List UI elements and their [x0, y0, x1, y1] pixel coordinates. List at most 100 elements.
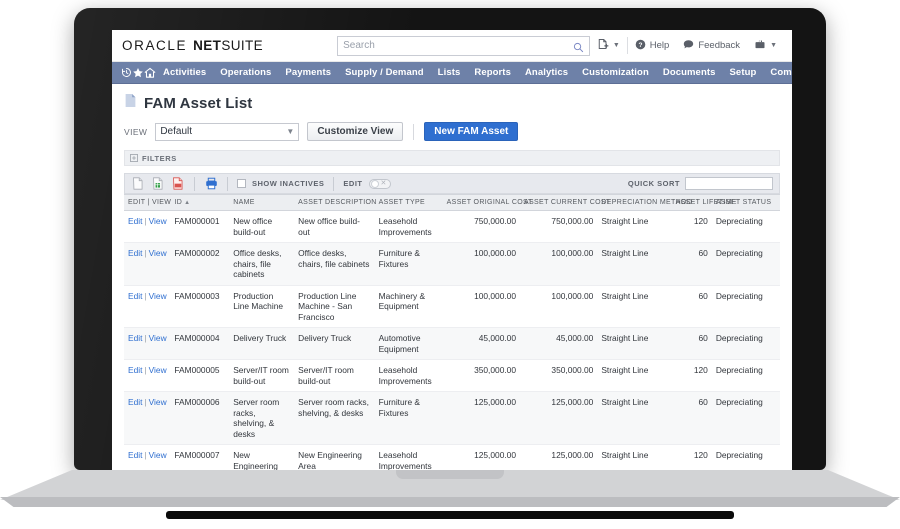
view-link[interactable]: View	[149, 216, 167, 226]
view-link[interactable]: View	[149, 450, 167, 460]
column-header-asset-type[interactable]: ASSET TYPE	[374, 194, 443, 211]
cell-asset-type: Machinery & Equipment	[374, 285, 443, 328]
recent-records-icon[interactable]	[121, 67, 132, 78]
shortcuts-star-icon[interactable]	[132, 67, 144, 79]
view-link[interactable]: View	[149, 365, 167, 375]
nav-item-setup[interactable]: Setup	[723, 62, 764, 84]
global-search[interactable]	[337, 35, 590, 56]
feedback-button[interactable]: Feedback	[676, 35, 747, 57]
edit-link[interactable]: Edit	[128, 333, 142, 343]
row-actions-cell: Edit | View	[124, 210, 171, 243]
column-header-asset-current-cost[interactable]: ASSET CURRENT COST	[520, 194, 610, 211]
column-header-id-label: ID	[174, 199, 183, 206]
view-select[interactable]: Default ▼	[155, 122, 300, 141]
oracle-netsuite-logo[interactable]: ORACLE NETSUITE	[122, 37, 263, 55]
toolbar-divider	[333, 176, 335, 191]
help-circle-icon: ?	[635, 37, 646, 55]
column-header-asset-status[interactable]: ASSET STATUS	[711, 194, 780, 211]
create-new-button[interactable]: ▼	[590, 35, 627, 57]
search-input[interactable]	[343, 40, 573, 51]
nav-item-lists[interactable]: Lists	[431, 62, 468, 84]
edit-link[interactable]: Edit	[128, 450, 142, 460]
cell-asset-type: Leasehold Improvements	[374, 210, 443, 243]
edit-link[interactable]: Edit	[128, 248, 142, 258]
column-header-edit-view[interactable]: EDIT | VIEW	[124, 194, 171, 211]
show-inactives-checkbox[interactable]	[237, 179, 246, 188]
edit-link[interactable]: Edit	[128, 291, 142, 301]
print-icon[interactable]	[204, 177, 218, 191]
filters-bar[interactable]: FILTERS	[124, 150, 780, 166]
cell-id: FAM000004	[170, 327, 230, 360]
cell-asset-description: Office desks, chairs, file cabinets	[294, 242, 375, 286]
cell-asset-description: Production Line Machine - San Francisco	[294, 285, 375, 328]
edit-link[interactable]: Edit	[128, 397, 142, 407]
cell-asset-original-cost: 45,000.00	[442, 327, 520, 360]
column-header-asset-description[interactable]: ASSET DESCRIPTION	[294, 194, 376, 211]
logo-oracle-text: ORACLE	[122, 37, 188, 53]
nav-item-supply-demand[interactable]: Supply / Demand	[338, 62, 431, 84]
nav-item-payments[interactable]: Payments	[278, 62, 338, 84]
nav-item-commerce[interactable]: Commerce	[763, 62, 792, 84]
cell-asset-current-cost: 350,000.00	[520, 359, 598, 392]
cell-depreciation-method: Straight Line	[597, 444, 672, 470]
nav-item-activities[interactable]: Activities	[156, 62, 213, 84]
cell-id: FAM000002	[170, 242, 230, 286]
netsuite-application: ORACLE NETSUITE Search ▼ ? Help Feedback…	[112, 30, 792, 470]
row-actions-cell: Edit | View	[124, 327, 171, 360]
export-excel-icon[interactable]	[151, 177, 165, 191]
export-pdf-icon[interactable]	[171, 177, 185, 191]
cell-name: New office build-out	[229, 210, 295, 243]
table-header-row: EDIT | VIEW ID ▲ NAME ASSET DESCRIPTION A…	[124, 194, 780, 211]
cell-name: Server/IT room build-out	[229, 359, 295, 392]
nav-item-documents[interactable]: Documents	[656, 62, 723, 84]
chevron-down-icon: ▼	[770, 42, 777, 49]
new-fam-asset-button[interactable]: New FAM Asset	[424, 122, 519, 141]
view-link[interactable]: View	[149, 248, 167, 258]
sort-ascending-icon: ▲	[184, 200, 191, 206]
view-link[interactable]: View	[149, 291, 167, 301]
nav-item-customization[interactable]: Customization	[575, 62, 656, 84]
cell-depreciation-method: Straight Line	[597, 285, 672, 328]
cell-asset-type: Leasehold Improvements	[374, 444, 443, 470]
create-new-icon	[597, 37, 609, 55]
expand-plus-icon	[130, 149, 138, 167]
cell-depreciation-method: Straight Line	[597, 359, 672, 392]
quick-sort-label: QUICK SORT	[627, 179, 680, 188]
cell-asset-original-cost: 125,000.00	[442, 391, 520, 445]
help-button[interactable]: ? Help	[628, 35, 677, 57]
cell-asset-original-cost: 350,000.00	[442, 359, 520, 392]
home-icon[interactable]	[144, 67, 156, 79]
column-header-depreciation-method[interactable]: DEPRECIATION METHOD	[597, 194, 692, 211]
column-header-asset-original-cost[interactable]: ASSET ORIGINAL COST	[442, 194, 532, 211]
svg-text:?: ?	[638, 41, 642, 48]
toolbar-divider	[227, 176, 228, 191]
cell-asset-lifetime: 120	[671, 444, 712, 470]
nav-item-analytics[interactable]: Analytics	[518, 62, 575, 84]
row-actions-cell: Edit | View	[124, 391, 171, 445]
edit-link[interactable]: Edit	[128, 365, 142, 375]
nav-item-reports[interactable]: Reports	[467, 62, 518, 84]
edit-link[interactable]: Edit	[128, 216, 142, 226]
table-row: Edit | View FAM000005 Server/IT room build-o…	[124, 359, 780, 392]
quick-sort-input[interactable]	[685, 177, 773, 190]
export-csv-icon[interactable]	[131, 177, 145, 191]
cell-asset-description: New Engineering Area	[294, 444, 375, 470]
customize-view-button[interactable]: Customize View	[307, 122, 404, 141]
user-account-button[interactable]: ▼	[747, 35, 784, 57]
table-body: Edit | View FAM000001 New office build-out Ne…	[124, 210, 780, 470]
view-link[interactable]: View	[149, 397, 167, 407]
column-header-id[interactable]: ID ▲	[170, 194, 230, 211]
view-controls: VIEW Default ▼ Customize View New FAM As…	[124, 122, 780, 141]
cell-asset-type: Furniture & Fixtures	[374, 391, 443, 445]
cell-asset-type: Automotive Equipment	[374, 327, 443, 360]
view-link[interactable]: View	[149, 333, 167, 343]
list-toolbar: SHOW INACTIVES EDIT ✕ QUICK SORT	[124, 173, 780, 194]
nav-item-operations[interactable]: Operations	[213, 62, 278, 84]
column-header-name[interactable]: NAME	[229, 194, 295, 211]
cell-name: Office desks, chairs, file cabinets	[229, 242, 295, 286]
column-header-asset-lifetime[interactable]: ASSET LIFETIME	[671, 194, 736, 211]
edit-mode-toggle[interactable]: ✕	[368, 178, 391, 189]
cell-asset-status: Depreciating	[711, 359, 780, 392]
cell-asset-status: Depreciating	[711, 391, 780, 445]
cell-asset-description: Delivery Truck	[294, 327, 375, 360]
